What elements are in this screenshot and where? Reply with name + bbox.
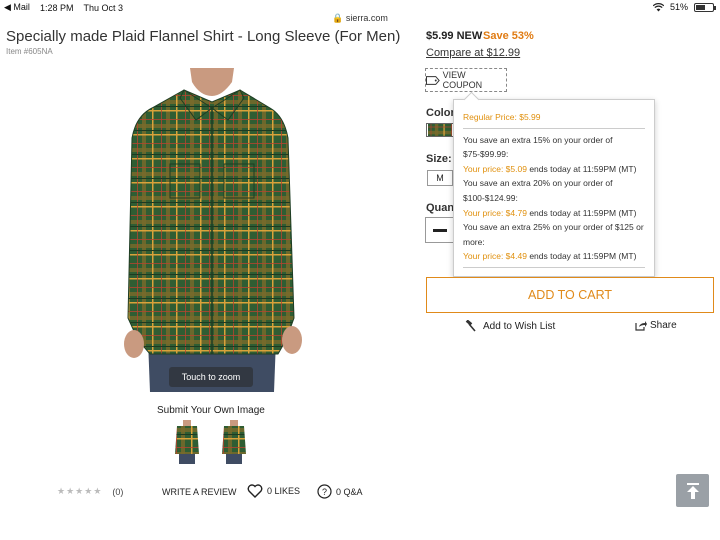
size-option-m[interactable]: M (427, 170, 453, 186)
regular-price: Regular Price: $5.99 (463, 112, 541, 122)
star-icon: ★ (66, 486, 75, 496)
star-icon: ★ (75, 486, 84, 496)
back-to-app[interactable]: ◀ Mail (4, 2, 30, 13)
wifi-icon (652, 2, 664, 11)
product-title: Specially made Plaid Flannel Shirt - Lon… (6, 28, 401, 45)
star-icon: ★ (93, 486, 102, 496)
qa-label: 0 Q&A (336, 486, 363, 497)
tier-price: Your price: $4.79 (463, 207, 527, 218)
scroll-to-top-button[interactable] (676, 474, 709, 507)
likes-label: 0 LIKES (267, 486, 301, 496)
star-icon: ★ (84, 486, 93, 496)
battery-percent: 51% (669, 2, 688, 12)
coupon-popover: Regular Price: $5.99 You save an extra 1… (453, 99, 655, 277)
status-date: Thu Oct 3 (83, 2, 123, 13)
item-number: Item #605NA (6, 47, 53, 56)
share-label: Share (650, 320, 677, 331)
page: ◀ Mail 1:28 PM Thu Oct 3 51% 🔒 sierra.co… (0, 0, 720, 540)
share-button[interactable]: Share (635, 320, 677, 331)
tier-desc: You save an extra 20% on your order of $… (463, 178, 613, 203)
svg-text:?: ? (322, 487, 327, 497)
thumbnail-2[interactable] (220, 420, 248, 464)
scroll-top-icon (686, 482, 699, 499)
heart-icon (247, 484, 263, 498)
divider (463, 127, 645, 129)
qa-button[interactable]: ? 0 Q&A (317, 484, 363, 499)
view-coupon-label: VIEW COUPON (442, 70, 483, 90)
minus-icon (433, 228, 447, 232)
battery-icon (694, 2, 716, 12)
add-to-cart-button[interactable]: ADD TO CART (426, 277, 714, 313)
view-coupon-button[interactable]: VIEW COUPON (425, 68, 507, 92)
add-to-wish-list-button[interactable]: Add to Wish List (465, 320, 555, 332)
color-swatch[interactable] (426, 123, 454, 137)
size-label: Size: (426, 153, 452, 165)
status-time: 1:28 PM (39, 2, 74, 13)
touch-to-zoom-label[interactable]: Touch to zoom (169, 367, 253, 387)
status-bar: ◀ Mail 1:28 PM Thu Oct 3 51% (0, 0, 720, 14)
hammer-icon (465, 320, 476, 332)
tier-ends: ends today at 11:59PM (MT) (526, 163, 637, 174)
star-icons: ★★★★★ (57, 486, 102, 497)
thumbnail-1[interactable] (173, 420, 201, 464)
tier-desc: You save an extra 15% on your order of $… (463, 134, 613, 160)
tier-3: You save an extra 25% on your order of $… (463, 220, 645, 264)
wish-list-label: Add to Wish List (483, 320, 556, 332)
question-icon: ? (317, 484, 332, 499)
submit-image-link[interactable]: Submit Your Own Image (157, 405, 265, 416)
tag-icon (426, 75, 440, 85)
product-image[interactable] (110, 68, 310, 392)
rating-count: (0) (112, 486, 124, 497)
tier-ends: ends today at 11:59PM (MT) (526, 207, 637, 218)
likes-button[interactable]: 0 LIKES (247, 484, 300, 498)
star-icon: ★ (57, 486, 66, 496)
address-bar[interactable]: 🔒 sierra.com (0, 13, 720, 24)
star-rating[interactable]: ★★★★★ (0) (57, 486, 123, 497)
price: $5.99 NEW (426, 30, 483, 42)
tier-ends: ends today at 11:59PM (MT) (526, 251, 637, 262)
tier-price: Your price: $5.09 (463, 163, 527, 174)
tier-1: You save an extra 15% on your order of $… (463, 133, 645, 177)
quantity-decrement-button[interactable] (425, 217, 455, 243)
tier-2: You save an extra 20% on your order of $… (463, 176, 645, 220)
save-badge: Save 53% (483, 30, 534, 42)
write-review-link[interactable]: WRITE A REVIEW (162, 487, 237, 497)
compare-price: Compare at $12.99 (426, 47, 521, 59)
tier-desc: You save an extra 25% on your order of $… (463, 222, 644, 247)
divider (463, 266, 645, 268)
tier-price: Your price: $4.49 (463, 251, 527, 262)
share-icon (635, 321, 647, 331)
